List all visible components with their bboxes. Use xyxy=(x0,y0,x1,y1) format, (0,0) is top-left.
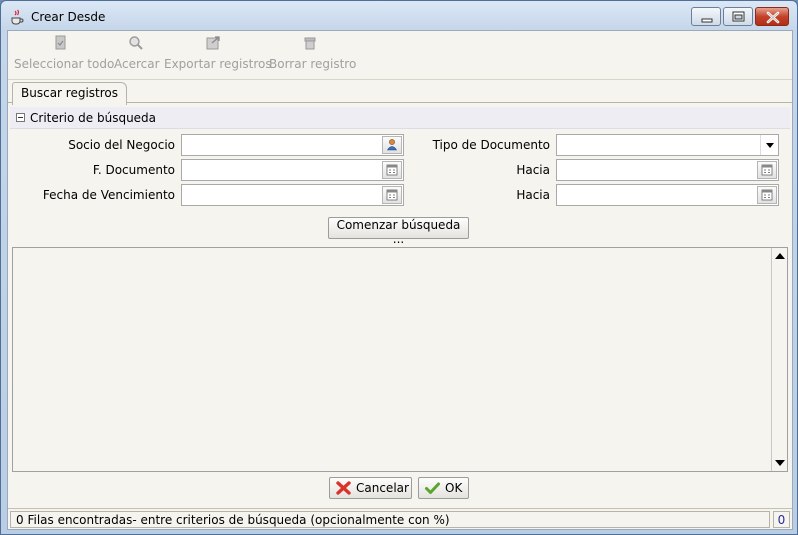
ok-label: OK xyxy=(445,481,463,495)
calendar-icon xyxy=(386,164,398,176)
tab-strip: Buscar registros xyxy=(8,79,792,105)
status-bar: 0 Filas encontradas- entre criterios de … xyxy=(8,508,792,529)
export-icon xyxy=(206,36,220,50)
status-message: 0 Filas encontradas- entre criterios de … xyxy=(10,511,770,528)
select-all-button[interactable]: Seleccionar todo xyxy=(14,35,115,71)
app-window: Crear Desde Seleccionar todo Acercar Exp… xyxy=(0,0,798,535)
due-date-to-field xyxy=(556,184,779,206)
restore-icon xyxy=(732,11,745,22)
doc-date-calendar-button[interactable] xyxy=(382,161,402,179)
scroll-down-icon[interactable] xyxy=(774,457,786,469)
doc-date-field xyxy=(181,159,404,181)
delete-record-button[interactable]: Borrar registro xyxy=(269,35,357,71)
close-button[interactable] xyxy=(755,7,789,26)
doc-type-label: Tipo de Documento xyxy=(432,138,550,152)
calendar-icon xyxy=(761,164,773,176)
doc-date-input[interactable] xyxy=(182,160,403,180)
doc-date-to-calendar-button[interactable] xyxy=(757,161,777,179)
collapse-icon[interactable] xyxy=(16,113,25,122)
maximize-button[interactable] xyxy=(723,7,753,26)
due-date-calendar-button[interactable] xyxy=(382,186,402,204)
delete-record-label: Borrar registro xyxy=(269,57,357,71)
select-all-icon xyxy=(55,35,66,50)
search-criteria-title: Criterio de búsqueda xyxy=(30,111,157,125)
search-criteria-header[interactable]: Criterio de búsqueda xyxy=(10,107,790,129)
doc-date-to-input[interactable] xyxy=(557,160,778,180)
due-date-field xyxy=(181,184,404,206)
select-all-label: Seleccionar todo xyxy=(14,57,115,71)
delete-icon xyxy=(304,37,316,50)
doc-date-to-label: Hacia xyxy=(516,163,550,177)
minimize-icon xyxy=(701,18,713,23)
minimize-button[interactable] xyxy=(691,7,721,26)
start-search-button[interactable]: Comenzar búsqueda ... xyxy=(328,217,469,246)
check-icon xyxy=(425,482,440,494)
calendar-icon xyxy=(386,189,398,201)
due-date-label: Fecha de Vencimiento xyxy=(42,188,175,202)
ok-button[interactable]: OK xyxy=(418,477,469,499)
doc-date-label: F. Documento xyxy=(92,163,175,177)
business-partner-field xyxy=(181,134,404,156)
due-date-to-calendar-button[interactable] xyxy=(757,186,777,204)
business-partner-label: Socio del Negocio xyxy=(68,138,175,152)
results-scrollbar[interactable] xyxy=(771,248,787,471)
business-partner-lookup-button[interactable] xyxy=(382,136,402,154)
zoom-button[interactable]: Acercar xyxy=(114,35,160,71)
due-date-to-input[interactable] xyxy=(557,185,778,205)
export-label: Exportar registros xyxy=(164,57,272,71)
cancel-label: Cancelar xyxy=(356,481,409,495)
scroll-up-icon[interactable] xyxy=(774,250,786,262)
window-title: Crear Desde xyxy=(31,10,106,24)
tab-search-records-label: Buscar registros xyxy=(21,86,119,100)
cancel-x-icon xyxy=(336,481,351,495)
person-icon xyxy=(386,139,398,151)
zoom-icon xyxy=(129,36,143,50)
tab-search-records[interactable]: Buscar registros xyxy=(12,82,128,105)
close-icon xyxy=(766,11,780,24)
calendar-icon xyxy=(761,189,773,201)
status-count: 0 xyxy=(773,511,790,528)
dialog-client-area: Seleccionar todo Acercar Exportar regist… xyxy=(7,30,793,530)
doc-date-to-field xyxy=(556,159,779,181)
doc-type-select[interactable] xyxy=(556,134,779,156)
due-date-to-label: Hacia xyxy=(516,188,550,202)
cancel-button[interactable]: Cancelar xyxy=(329,477,412,499)
chevron-down-icon[interactable] xyxy=(760,135,778,155)
export-button[interactable]: Exportar registros xyxy=(164,35,272,71)
java-coffee-icon xyxy=(11,9,24,25)
results-table[interactable] xyxy=(12,247,788,472)
due-date-input[interactable] xyxy=(182,185,403,205)
zoom-label: Acercar xyxy=(114,57,160,71)
toolbar: Seleccionar todo Acercar Exportar regist… xyxy=(8,31,792,77)
business-partner-input[interactable] xyxy=(182,135,403,155)
title-bar[interactable]: Crear Desde xyxy=(1,1,797,31)
